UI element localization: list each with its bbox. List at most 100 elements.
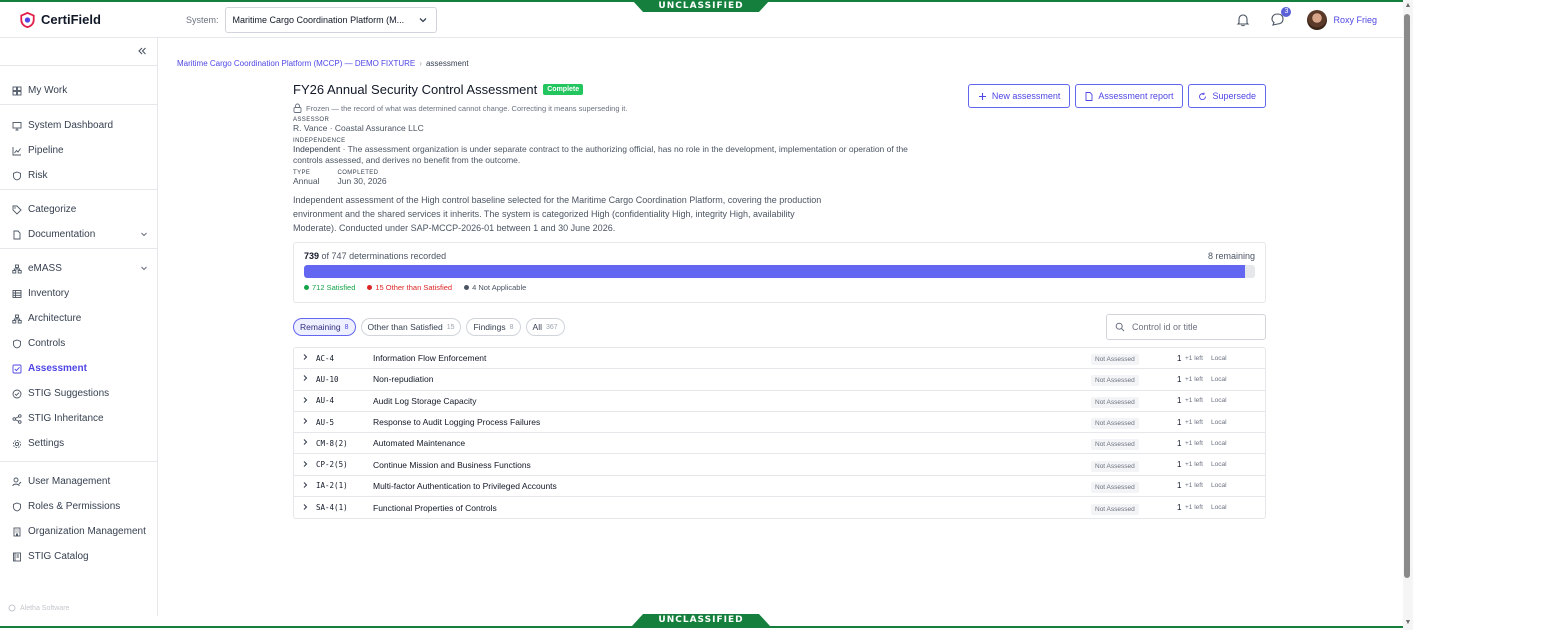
control-search[interactable]	[1106, 314, 1266, 340]
search-input[interactable]	[1132, 322, 1252, 332]
expand-chevron-icon[interactable]	[294, 438, 316, 448]
scroll-up-arrow[interactable]: ▲	[1403, 1, 1413, 11]
sidebar-item-inventory[interactable]: Inventory	[0, 281, 158, 306]
sidebar-item-stig-inheritance[interactable]: STIG Inheritance	[0, 406, 158, 431]
expand-chevron-icon[interactable]	[294, 481, 316, 491]
sidebar-item-label: Documentation	[28, 229, 96, 240]
expand-chevron-icon[interactable]	[294, 374, 316, 384]
control-title: Continue Mission and Business Functions	[373, 459, 531, 470]
sidebar-item-pipeline[interactable]: Pipeline	[0, 138, 158, 163]
assessment-content: FY26 Annual Security Control Assessment …	[293, 82, 1266, 520]
sidebar-item-settings[interactable]: Settings	[0, 431, 158, 456]
scroll-down-arrow[interactable]: ▼	[1403, 618, 1413, 628]
sidebar-divider	[0, 104, 158, 105]
checkbox-icon	[12, 364, 22, 374]
filter-tab-findings[interactable]: Findings 8	[466, 318, 521, 336]
refresh-icon	[1199, 92, 1207, 100]
table-row[interactable]: CM-8(2) Automated Maintenance Not Assessed…	[294, 433, 1265, 455]
notifications-button[interactable]	[1233, 10, 1253, 30]
sidebar-item-my-work[interactable]: My Work	[0, 78, 158, 103]
assessor-value: R. Vance · Coastal Assurance LLC	[293, 123, 424, 133]
app-logo[interactable]: CertiField	[0, 11, 170, 28]
status-badge: Not Assessed	[1091, 375, 1139, 387]
sidebar-divider	[0, 461, 158, 462]
sidebar-item-stig-suggestions[interactable]: STIG Suggestions	[0, 381, 158, 406]
sidebar-item-organization-management[interactable]: Organization Management	[0, 519, 158, 544]
user-icon	[12, 477, 22, 487]
sidebar-item-assessment[interactable]: Assessment	[0, 356, 158, 381]
supersede-button[interactable]: Supersede	[1188, 84, 1266, 108]
collapse-sidebar-button[interactable]	[137, 44, 147, 59]
sidebar-item-architecture[interactable]: Architecture	[0, 306, 158, 331]
breadcrumb-current: assessment	[425, 59, 469, 68]
legend-item: 4 Not Applicable	[464, 283, 526, 292]
control-id: AU-5	[316, 417, 335, 427]
expand-chevron-icon[interactable]	[294, 503, 316, 513]
new-assessment-button[interactable]: New assessment	[967, 84, 1071, 108]
sidebar-item-emass[interactable]: eMASS	[0, 256, 158, 281]
filter-tab-count: 15	[446, 323, 455, 331]
book-icon	[12, 552, 22, 562]
table-row[interactable]: SA-4(1) Functional Properties of Controls…	[294, 497, 1265, 518]
control-id: CP-2(5)	[316, 460, 348, 470]
expand-chevron-icon[interactable]	[294, 417, 316, 427]
status-badge: Complete	[543, 84, 584, 95]
sidebar-item-risk[interactable]: Risk	[0, 163, 158, 188]
progress-total-text: of 747 determinations recorded	[321, 251, 447, 261]
sidebar-item-system-dashboard[interactable]: System Dashboard	[0, 113, 158, 138]
control-title: Non-repudiation	[373, 374, 434, 385]
expand-chevron-icon[interactable]	[294, 396, 316, 406]
control-scope: Local	[1211, 375, 1227, 383]
sidebar-item-documentation[interactable]: Documentation	[0, 222, 158, 247]
assessment-description: Independent assessment of the High contr…	[293, 195, 822, 233]
filter-tab-remaining[interactable]: Remaining 8	[293, 318, 356, 336]
legend-label: 4 Not Applicable	[472, 283, 527, 292]
sidebar-item-label: STIG Catalog	[28, 551, 89, 562]
classification-line-bottom	[0, 626, 1403, 628]
expand-chevron-icon[interactable]	[294, 353, 316, 363]
breadcrumb-parent[interactable]: Maritime Cargo Coordination Platform (MC…	[177, 59, 415, 68]
filter-tab-label: All	[532, 322, 542, 332]
scrollbar-thumb[interactable]	[1404, 14, 1410, 578]
filter-tab-all[interactable]: All 367	[525, 318, 565, 336]
expand-chevron-icon[interactable]	[294, 460, 316, 470]
table-row[interactable]: AU-4 Audit Log Storage Capacity Not Assess…	[294, 391, 1265, 412]
shield-icon	[12, 171, 22, 181]
assessment-report-button[interactable]: Assessment report	[1075, 84, 1184, 108]
filter-tab-other-than-satisfied[interactable]: Other than Satisfied 15	[360, 318, 462, 336]
grid-icon	[12, 86, 22, 96]
legend-label: 712 Satisfied	[312, 283, 356, 292]
status-cell: Not Assessed	[1091, 503, 1177, 515]
control-id: CM-8(2)	[316, 438, 348, 448]
table-row[interactable]: AC-4 Information Flow Enforcement Not Asse…	[294, 348, 1265, 370]
user-menu[interactable]: Roxy Frieg	[1307, 9, 1377, 30]
filter-tab-count: 8	[509, 323, 514, 331]
status-cell: Not Assessed	[1091, 353, 1177, 366]
status-cell: Not Assessed	[1091, 460, 1177, 472]
sidebar-divider	[0, 189, 158, 190]
sidebar-item-roles-and-permissions[interactable]: Roles & Permissions	[0, 494, 158, 519]
sidebar-item-label: My Work	[28, 85, 68, 96]
sidebar-item-categorize[interactable]: Categorize	[0, 197, 158, 222]
filter-bar: Remaining 8 Other than Satisfied 15 Findings…	[293, 314, 1266, 340]
plus-icon	[978, 92, 986, 100]
system-select[interactable]: Maritime Cargo Coordination Platform (M.…	[224, 6, 437, 33]
table-row[interactable]: AU-10 Non-repudiation Not Assessed 1 +1 left…	[294, 369, 1265, 391]
control-count: 1	[1177, 503, 1182, 513]
independence-term: Independent	[293, 144, 341, 154]
sidebar-item-controls[interactable]: Controls	[0, 331, 158, 356]
control-left: +1 left	[1185, 354, 1203, 362]
sidebar-item-stig-catalog[interactable]: STIG Catalog	[0, 544, 158, 569]
table-row[interactable]: CP-2(5) Continue Mission and Business Fun…	[294, 454, 1265, 476]
filter-chips: Remaining 8 Other than Satisfied 15 Findings…	[293, 318, 565, 336]
table-row[interactable]: IA-2(1) Multi-factor Authentication to Pr…	[294, 476, 1265, 498]
table-row[interactable]: AU-5 Response to Audit Logging Process Fa…	[294, 412, 1265, 434]
control-scope: Local	[1211, 354, 1227, 362]
brand-mark-icon	[8, 604, 16, 612]
messages-button[interactable]: 3	[1267, 6, 1292, 30]
legend-dot	[304, 285, 309, 290]
legend-item: 15 Other than Satisfied	[367, 283, 452, 292]
sidebar-item-user-management[interactable]: User Management	[0, 469, 158, 494]
control-count: 1	[1177, 417, 1182, 427]
sidebar-divider	[0, 248, 158, 249]
